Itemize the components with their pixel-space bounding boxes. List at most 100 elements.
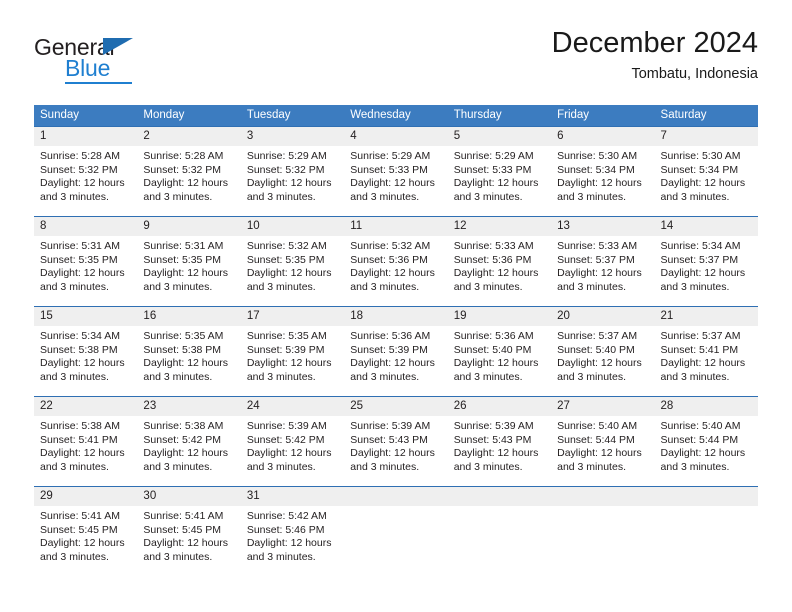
sunrise-text: Sunrise: 5:29 AM (246, 150, 327, 162)
calendar-page: General Blue December 2024 Tombatu, Indo… (0, 0, 792, 612)
day-cell[interactable]: 23 Sunrise: 5:38 AM Sunset: 5:42 PM Dayligh… (137, 397, 241, 486)
calendar-grid: Sunday Monday Tuesday Wednesday Thursday… (34, 105, 758, 576)
daylight-text-line1: Daylight: 12 hours (143, 537, 229, 550)
weekday-header-wednesday: Wednesday (350, 109, 411, 121)
day-cell[interactable]: 19 Sunrise: 5:36 AM Sunset: 5:40 PM Dayligh… (447, 307, 552, 396)
sunset-text: Sunset: 5:35 PM (246, 253, 325, 266)
day-cell[interactable]: 2 Sunrise: 5:28 AM Sunset: 5:32 PM Daylight… (137, 127, 241, 216)
day-cell[interactable]: 25 Sunrise: 5:39 AM Sunset: 5:43 PM Dayligh… (344, 397, 448, 486)
day-cell[interactable]: 6 Sunrise: 5:30 AM Sunset: 5:34 PM Daylight… (551, 127, 655, 216)
daylight-text-line2: and 3 minutes. (350, 370, 420, 383)
day-number: 6 (551, 127, 655, 146)
day-number: 7 (654, 127, 758, 146)
day-details: Sunrise: 5:37 AM Sunset: 5:41 PM Daylight:… (655, 326, 758, 384)
title-block: December 2024 Tombatu, Indonesia (552, 26, 758, 84)
day-cell[interactable]: 15 Sunrise: 5:34 AM Sunset: 5:38 PM Dayligh… (34, 307, 138, 396)
sunrise-text: Sunrise: 5:33 AM (557, 240, 638, 252)
day-cell[interactable]: 11 Sunrise: 5:32 AM Sunset: 5:36 PM Dayligh… (344, 217, 448, 306)
day-details: Sunrise: 5:29 AM Sunset: 5:33 PM Daylight:… (448, 146, 551, 204)
day-details: Sunrise: 5:35 AM Sunset: 5:39 PM Daylight:… (241, 326, 344, 384)
sunset-text: Sunset: 5:38 PM (40, 343, 118, 356)
day-cell[interactable]: 22 Sunrise: 5:38 AM Sunset: 5:41 PM Dayligh… (34, 397, 138, 486)
sunset-text: Sunset: 5:34 PM (557, 163, 635, 176)
day-number: 8 (34, 217, 138, 236)
daylight-text-line2: and 3 minutes. (40, 460, 109, 473)
day-cell[interactable]: 21 Sunrise: 5:37 AM Sunset: 5:41 PM Dayligh… (654, 307, 758, 396)
day-details: Sunrise: 5:30 AM Sunset: 5:34 PM Daylight:… (551, 146, 654, 204)
day-cell[interactable]: 16 Sunrise: 5:35 AM Sunset: 5:38 PM Dayligh… (137, 307, 241, 396)
day-cell[interactable]: 1 Sunrise: 5:28 AM Sunset: 5:32 PM Daylight… (34, 127, 138, 216)
sunrise-text: Sunrise: 5:29 AM (350, 150, 431, 162)
day-cell[interactable]: 14 Sunrise: 5:34 AM Sunset: 5:37 PM Dayligh… (654, 217, 758, 306)
day-number: 30 (137, 487, 241, 506)
day-number: 12 (447, 217, 552, 236)
day-cell[interactable]: 24 Sunrise: 5:39 AM Sunset: 5:42 PM Dayligh… (240, 397, 345, 486)
daylight-text-line2: and 3 minutes. (40, 280, 109, 293)
location-subtitle: Tombatu, Indonesia (631, 66, 758, 82)
day-cell[interactable]: 10 Sunrise: 5:32 AM Sunset: 5:35 PM Dayligh… (240, 217, 345, 306)
daylight-text-line1: Daylight: 12 hours (40, 537, 125, 550)
weekday-header-monday: Monday (143, 109, 185, 121)
sunrise-text: Sunrise: 5:34 AM (660, 240, 741, 252)
daylight-text-line1: Daylight: 12 hours (660, 267, 746, 280)
day-details: Sunrise: 5:39 AM Sunset: 5:42 PM Daylight:… (241, 416, 344, 474)
day-number (447, 487, 552, 506)
day-cell[interactable]: 13 Sunrise: 5:33 AM Sunset: 5:37 PM Dayligh… (551, 217, 655, 306)
daylight-text-line2: and 3 minutes. (660, 190, 730, 203)
day-cell[interactable]: 9 Sunrise: 5:31 AM Sunset: 5:35 PM Daylight… (137, 217, 241, 306)
daylight-text-line1: Daylight: 12 hours (453, 447, 539, 460)
day-number: 14 (654, 217, 758, 236)
day-number: 25 (344, 397, 448, 416)
sunset-text: Sunset: 5:33 PM (453, 163, 532, 176)
day-details: Sunrise: 5:38 AM Sunset: 5:41 PM Daylight:… (34, 416, 137, 474)
day-cell[interactable]: 7 Sunrise: 5:30 AM Sunset: 5:34 PM Daylight… (654, 127, 758, 216)
daylight-text-line1: Daylight: 12 hours (143, 177, 229, 190)
day-number: 29 (34, 487, 138, 506)
daylight-text-line1: Daylight: 12 hours (246, 177, 332, 190)
day-cell[interactable]: 26 Sunrise: 5:39 AM Sunset: 5:43 PM Dayligh… (447, 397, 552, 486)
daylight-text-line1: Daylight: 12 hours (350, 177, 435, 190)
sunrise-text: Sunrise: 5:35 AM (143, 330, 224, 342)
day-cell[interactable]: 28 Sunrise: 5:40 AM Sunset: 5:44 PM Dayligh… (654, 397, 758, 486)
day-cell[interactable]: 27 Sunrise: 5:40 AM Sunset: 5:44 PM Dayligh… (551, 397, 655, 486)
daylight-text-line1: Daylight: 12 hours (246, 267, 332, 280)
day-details: Sunrise: 5:33 AM Sunset: 5:36 PM Daylight:… (448, 236, 551, 294)
daylight-text-line2: and 3 minutes. (557, 370, 626, 383)
sunset-text: Sunset: 5:36 PM (453, 253, 532, 266)
daylight-text-line2: and 3 minutes. (143, 280, 213, 293)
day-cell[interactable]: 5 Sunrise: 5:29 AM Sunset: 5:33 PM Daylight… (447, 127, 552, 216)
day-cell[interactable]: 18 Sunrise: 5:36 AM Sunset: 5:39 PM Dayligh… (344, 307, 448, 396)
day-cell[interactable]: 3 Sunrise: 5:29 AM Sunset: 5:32 PM Daylight… (240, 127, 345, 216)
day-details: Sunrise: 5:30 AM Sunset: 5:34 PM Daylight:… (655, 146, 758, 204)
day-cell[interactable]: 30 Sunrise: 5:41 AM Sunset: 5:45 PM Dayligh… (137, 487, 241, 576)
day-cell[interactable]: 20 Sunrise: 5:37 AM Sunset: 5:40 PM Dayligh… (551, 307, 655, 396)
day-cell[interactable]: 12 Sunrise: 5:33 AM Sunset: 5:36 PM Dayligh… (447, 217, 552, 306)
daylight-text-line2: and 3 minutes. (40, 190, 109, 203)
daylight-text-line2: and 3 minutes. (660, 280, 730, 293)
day-cell[interactable]: 29 Sunrise: 5:41 AM Sunset: 5:45 PM Dayligh… (34, 487, 138, 576)
logo-text-blue: Blue (65, 55, 111, 81)
sunset-text: Sunset: 5:39 PM (350, 343, 428, 356)
sunrise-text: Sunrise: 5:28 AM (143, 150, 224, 162)
daylight-text-line1: Daylight: 12 hours (246, 357, 332, 370)
daylight-text-line1: Daylight: 12 hours (246, 447, 332, 460)
day-cell[interactable]: 4 Sunrise: 5:29 AM Sunset: 5:33 PM Daylight… (344, 127, 448, 216)
sunset-text: Sunset: 5:45 PM (40, 523, 118, 536)
day-number: 2 (137, 127, 241, 146)
day-number: 11 (344, 217, 448, 236)
day-details: Sunrise: 5:28 AM Sunset: 5:32 PM Daylight:… (137, 146, 240, 204)
day-number: 5 (447, 127, 552, 146)
day-cell-empty (551, 487, 655, 576)
weekday-header-row: Sunday Monday Tuesday Wednesday Thursday… (34, 105, 758, 126)
day-details: Sunrise: 5:42 AM Sunset: 5:46 PM Daylight:… (241, 506, 344, 564)
sunrise-text: Sunrise: 5:39 AM (246, 420, 327, 432)
sunset-text: Sunset: 5:32 PM (40, 163, 118, 176)
day-cell[interactable]: 31 Sunrise: 5:42 AM Sunset: 5:46 PM Dayligh… (240, 487, 345, 576)
day-details: Sunrise: 5:37 AM Sunset: 5:40 PM Daylight:… (551, 326, 654, 384)
day-cell[interactable]: 8 Sunrise: 5:31 AM Sunset: 5:35 PM Daylight… (34, 217, 138, 306)
daylight-text-line1: Daylight: 12 hours (40, 177, 125, 190)
sunset-text: Sunset: 5:35 PM (40, 253, 118, 266)
daylight-text-line2: and 3 minutes. (40, 550, 109, 563)
sunrise-text: Sunrise: 5:31 AM (40, 240, 120, 252)
day-cell[interactable]: 17 Sunrise: 5:35 AM Sunset: 5:39 PM Dayligh… (240, 307, 345, 396)
